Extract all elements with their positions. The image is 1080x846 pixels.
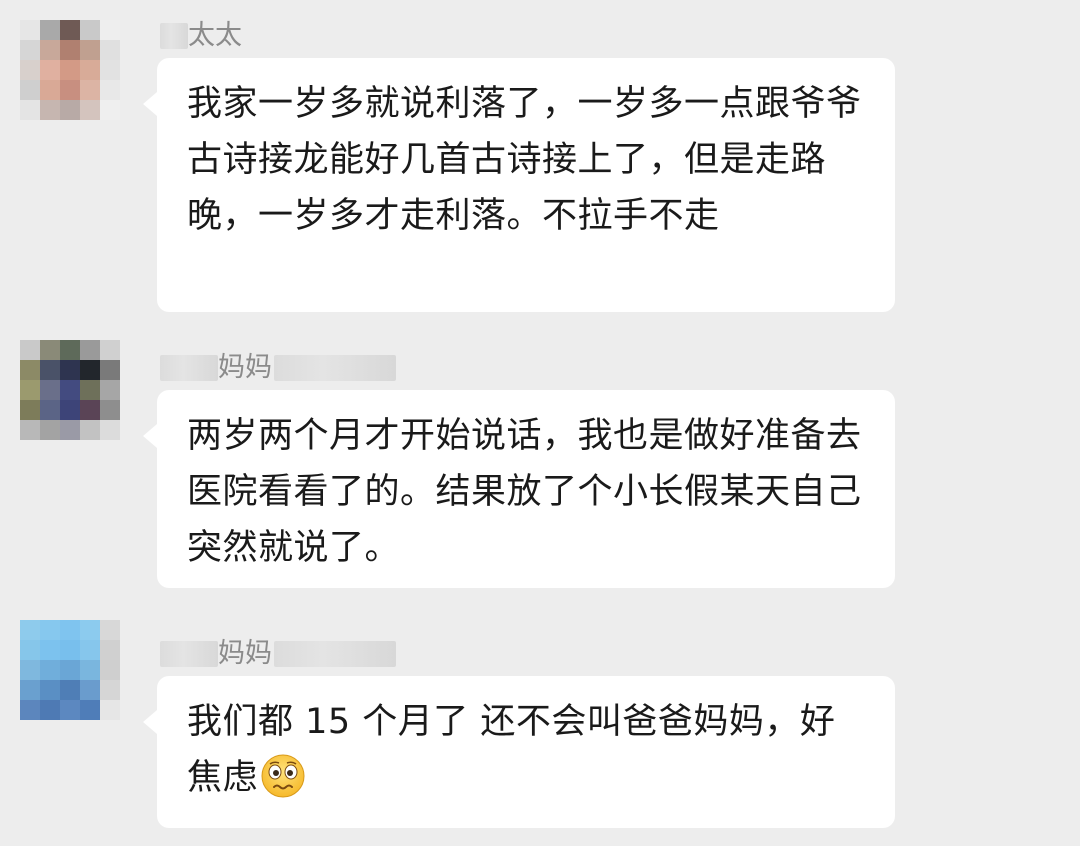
redacted-name: [160, 23, 188, 49]
sender-name: 太太: [160, 18, 242, 54]
message-bubble[interactable]: 两岁两个月才开始说话，我也是做好准备去医院看看了的。结果放了个小长假某天自己突然…: [143, 390, 895, 588]
sender-name: 妈妈: [160, 350, 396, 386]
sender-name-text: 太太: [188, 20, 242, 51]
redacted-name: [274, 355, 396, 381]
message-text: 两岁两个月才开始说话，我也是做好准备去医院看看了的。结果放了个小长假某天自己突然…: [187, 416, 862, 568]
avatar[interactable]: [20, 20, 120, 120]
redacted-name: [160, 641, 218, 667]
message-bubble[interactable]: 我家一岁多就说利落了，一岁多一点跟爷爷古诗接龙能好几首古诗接上了，但是走路晚，一…: [143, 58, 895, 312]
sender-name-text: 妈妈: [218, 352, 272, 383]
avatar[interactable]: [20, 340, 120, 440]
redacted-name: [274, 641, 396, 667]
woozy-anxious-face-icon: [261, 754, 305, 798]
redacted-name: [160, 355, 218, 381]
message-text: 我家一岁多就说利落了，一岁多一点跟爷爷古诗接龙能好几首古诗接上了，但是走路晚，一…: [187, 84, 862, 236]
message-bubble[interactable]: 我们都 15 个月了 还不会叫爸爸妈妈，好焦虑: [143, 676, 895, 828]
chat-window: 太太 我家一岁多就说利落了，一岁多一点跟爷爷古诗接龙能好几首古诗接上了，但是走路…: [0, 0, 1080, 846]
sender-name-text: 妈妈: [218, 638, 272, 669]
sender-name: 妈妈: [160, 636, 396, 672]
avatar[interactable]: [20, 620, 120, 720]
